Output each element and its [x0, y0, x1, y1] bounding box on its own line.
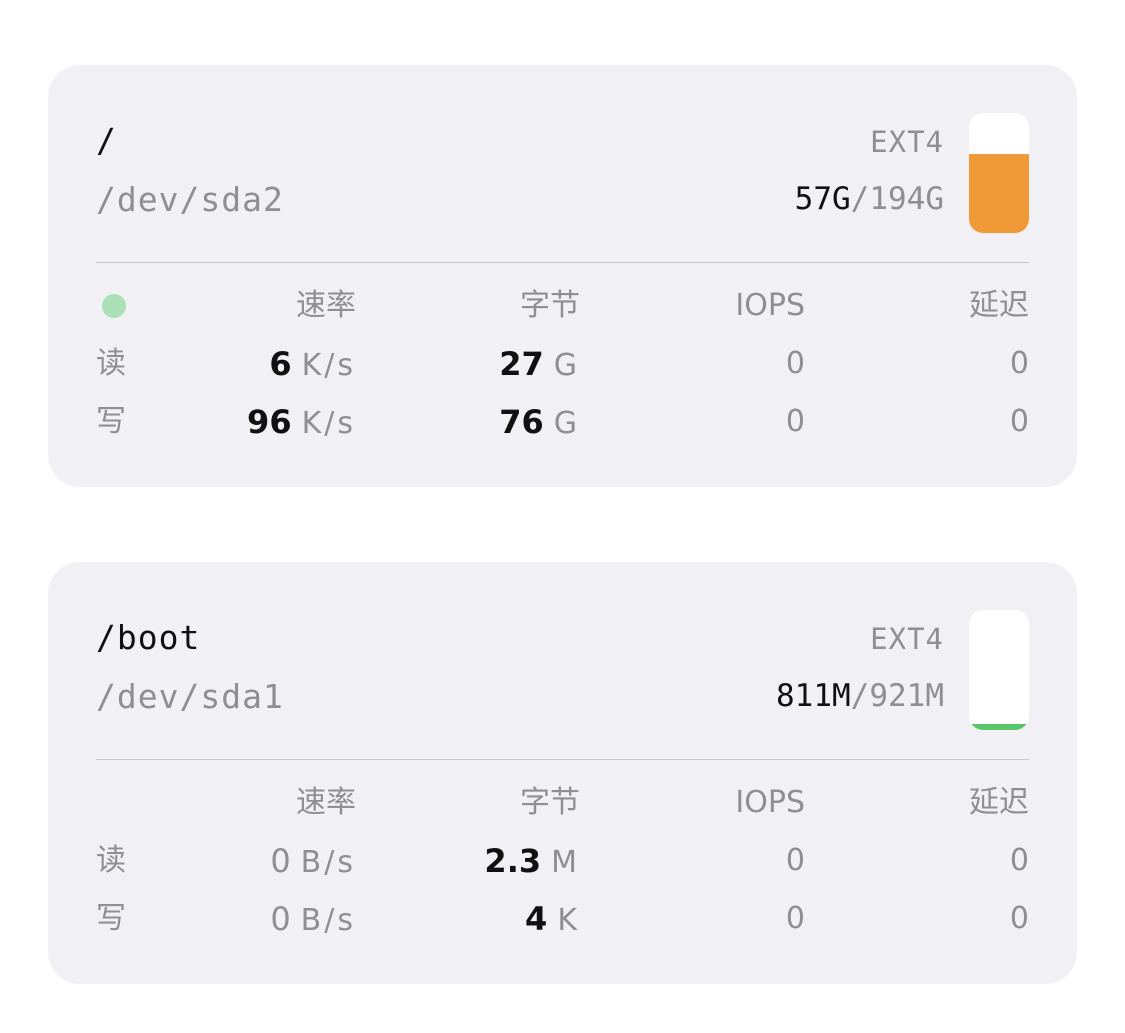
stats-header-row: 速率 字节 IOPS 延迟: [96, 277, 1029, 335]
filesystem-type: EXT4: [870, 125, 944, 159]
stats-read-row: 读 6 K/s 27 G 0 0: [96, 335, 1029, 393]
write-rate-unit: B/s: [300, 903, 356, 938]
header-latency: 延迟: [969, 288, 1029, 323]
header-bytes: 字节: [520, 785, 580, 820]
write-bytes-value: 76: [499, 403, 544, 441]
mount-point: /boot: [96, 618, 201, 657]
disk-card-root[interactable]: / /dev/sda2 EXT4 57G/194G 速率 字节 IOPS 延迟 …: [48, 65, 1077, 487]
read-label: 读: [96, 346, 126, 381]
write-iops: 0: [785, 901, 805, 936]
write-latency: 0: [1009, 901, 1029, 936]
total-space: 921M: [869, 678, 944, 714]
read-latency: 0: [1009, 843, 1029, 878]
read-rate-value: 6: [269, 345, 292, 383]
read-rate-value: 0: [270, 842, 291, 880]
mount-point: /: [96, 121, 117, 160]
read-latency: 0: [1009, 346, 1029, 381]
io-stats-table: 速率 字节 IOPS 延迟 读 6 K/s 27 G 0 0 写 96 K/s 76 G…: [96, 277, 1029, 451]
read-bytes-value: 2.3: [484, 842, 542, 880]
header-iops: IOPS: [735, 288, 805, 323]
divider: [96, 262, 1029, 263]
read-rate: 0 B/s: [270, 832, 356, 890]
write-bytes: 4K: [525, 890, 580, 948]
write-iops: 0: [785, 404, 805, 439]
read-bytes-unit: G: [553, 348, 580, 383]
write-label: 写: [96, 404, 126, 439]
read-bytes: 2.3 M: [484, 832, 580, 890]
usage-gauge-fill: [969, 153, 1029, 233]
read-label: 读: [96, 843, 126, 878]
header-iops: IOPS: [735, 785, 805, 820]
used-space: 811M: [776, 678, 851, 714]
write-bytes: 76 G: [499, 393, 580, 451]
write-bytes-unit: G: [553, 406, 580, 441]
header-bytes: 字节: [520, 288, 580, 323]
read-bytes: 27 G: [499, 335, 580, 393]
read-iops: 0: [785, 843, 805, 878]
io-stats-table: 速率 字节 IOPS 延迟 读 0 B/s 2.3 M 0 0 写 0 B/s 4K …: [96, 774, 1029, 948]
stats-write-row: 写 96 K/s 76 G 0 0: [96, 393, 1029, 451]
filesystem-type: EXT4: [870, 622, 944, 656]
usage-gauge: [969, 610, 1029, 730]
write-rate-value: 96: [247, 403, 292, 441]
disk-usage: 811M/921M: [776, 678, 944, 714]
divider: [96, 759, 1029, 760]
write-bytes-value: 4: [525, 900, 548, 938]
activity-indicator-dot: [102, 294, 126, 318]
read-rate-unit: K/s: [301, 348, 356, 383]
read-rate-unit: B/s: [300, 845, 356, 880]
write-rate-unit: K/s: [301, 406, 356, 441]
write-latency: 0: [1009, 404, 1029, 439]
device-path: /dev/sda2: [96, 180, 284, 219]
write-rate: 96 K/s: [247, 393, 356, 451]
usage-gauge: [969, 113, 1029, 233]
usage-separator: /: [850, 678, 870, 714]
stats-write-row: 写 0 B/s 4K 0 0: [96, 890, 1029, 948]
disk-card-boot[interactable]: /boot /dev/sda1 EXT4 811M/921M 速率 字节 IOP…: [48, 562, 1077, 984]
usage-gauge-fill: [969, 724, 1029, 730]
device-path: /dev/sda1: [96, 677, 284, 716]
header-rate: 速率: [296, 288, 356, 323]
usage-separator: /: [850, 181, 870, 217]
used-space: 57G: [794, 181, 851, 217]
write-label: 写: [96, 901, 126, 936]
disk-usage: 57G/194G: [795, 181, 944, 217]
total-space: 194G: [869, 181, 944, 217]
read-bytes-value: 27: [499, 345, 544, 383]
write-rate: 0 B/s: [270, 890, 356, 948]
read-iops: 0: [785, 346, 805, 381]
read-bytes-unit: M: [551, 845, 580, 880]
stats-read-row: 读 0 B/s 2.3 M 0 0: [96, 832, 1029, 890]
read-rate: 6 K/s: [269, 335, 356, 393]
header-latency: 延迟: [969, 785, 1029, 820]
header-rate: 速率: [296, 785, 356, 820]
write-rate-value: 0: [270, 900, 291, 938]
stats-header-row: 速率 字节 IOPS 延迟: [96, 774, 1029, 832]
write-bytes-unit: K: [557, 903, 580, 938]
